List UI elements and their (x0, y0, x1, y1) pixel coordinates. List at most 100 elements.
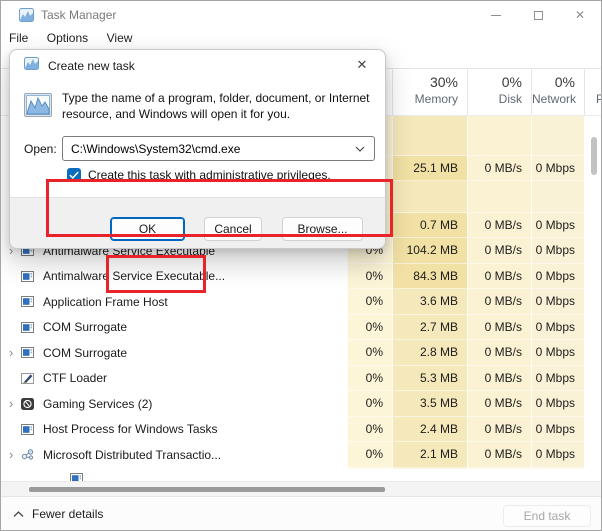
disk-value: 0 MB/s (467, 315, 531, 341)
horizontal-scrollbar-thumb[interactable] (29, 487, 385, 492)
fewer-details-toggle[interactable]: Fewer details (13, 507, 103, 521)
end-task-button[interactable]: End task (503, 505, 591, 527)
network-value: 0 Mbps (531, 442, 584, 468)
chevron-right-icon[interactable]: › (1, 396, 21, 411)
column-header-disk[interactable]: 0% Disk (467, 69, 531, 116)
memory-value (392, 468, 467, 469)
process-name-cell: COM Surrogate (1, 315, 347, 341)
open-combobox[interactable]: C:\Windows\System32\cmd.exe (62, 136, 375, 161)
process-name-cell: › Gaming Services (2) (1, 391, 347, 417)
row-filler (584, 340, 602, 366)
dialog-close-button[interactable]: ✕ (347, 52, 377, 78)
process-row[interactable]: COM Surrogate0%2.7 MB0 MB/s0 Mbps (1, 315, 602, 341)
chevron-down-icon[interactable] (355, 146, 365, 152)
maximize-button[interactable] (521, 1, 555, 29)
cpu-value (347, 468, 392, 469)
row-filler (584, 442, 602, 468)
minimize-icon (491, 15, 501, 16)
cpu-value: 0% (347, 417, 392, 443)
column-header-network[interactable]: 0% Network (531, 69, 584, 116)
disk-value: 0 MB/s (467, 340, 531, 366)
close-icon: ✕ (575, 8, 585, 22)
pen-icon (21, 373, 37, 384)
row-filler (584, 213, 602, 238)
open-input-value: C:\Windows\System32\cmd.exe (71, 142, 240, 156)
column-header-power-partial[interactable]: P (584, 69, 602, 116)
disk-value (467, 468, 531, 469)
network-value: 0 Mbps (531, 315, 584, 341)
window-icon (21, 347, 37, 358)
row-filler (584, 315, 602, 341)
disk-usage-total: 0% (468, 73, 522, 91)
memory-value: 104.2 MB (392, 238, 467, 264)
network-value: 0 Mbps (531, 213, 584, 238)
window-icon (21, 424, 37, 435)
cpu-value: 0% (347, 366, 392, 392)
memory-value: 2.1 MB (392, 442, 467, 468)
chevron-right-icon[interactable]: › (1, 345, 21, 360)
close-icon: ✕ (357, 57, 368, 73)
process-name-cell: CTF Loader (1, 366, 347, 392)
menu-file[interactable]: File (9, 29, 28, 48)
process-row[interactable]: CTF Loader0%5.3 MB0 MB/s0 Mbps (1, 366, 602, 392)
network-value: 0 Mbps (531, 417, 584, 443)
process-name: Microsoft Distributed Transactio... (43, 448, 221, 462)
network-value: 0 Mbps (531, 289, 584, 315)
task-manager-window: Task Manager ✕ File Options View 30% Mem… (0, 0, 602, 531)
dtc-icon (21, 449, 37, 460)
disk-value: 0 MB/s (467, 264, 531, 290)
dialog-description: Type the name of a program, folder, docu… (62, 90, 382, 122)
network-value: 0 Mbps (531, 366, 584, 392)
process-row[interactable]: ›Gaming Services (2)0%3.5 MB0 MB/s0 Mbps (1, 391, 602, 417)
memory-value: 84.3 MB (392, 264, 467, 290)
process-name: Gaming Services (2) (43, 397, 152, 411)
chevron-right-icon[interactable]: › (1, 447, 21, 462)
process-name: Host Process for Windows Tasks (43, 422, 218, 436)
row-filler (584, 238, 602, 264)
disk-value: 0 MB/s (467, 156, 531, 181)
network-column-label: Network (532, 91, 575, 107)
cpu-value: 0% (347, 264, 392, 290)
memory-value: 5.3 MB (392, 366, 467, 392)
process-name: COM Surrogate (43, 320, 127, 334)
column-header-memory[interactable]: 30% Memory (392, 69, 467, 116)
process-name-cell (1, 468, 347, 481)
disk-value: 0 MB/s (467, 213, 531, 238)
vertical-scrollbar[interactable] (591, 137, 597, 175)
horizontal-scrollbar-track[interactable] (1, 481, 602, 496)
network-value: 0 Mbps (531, 238, 584, 264)
minimize-button[interactable] (479, 1, 513, 29)
process-row[interactable]: Antimalware Service Executable...0%84.3 … (1, 264, 602, 290)
dialog-task-manager-icon (24, 57, 39, 70)
window-icon (21, 271, 37, 282)
process-name: COM Surrogate (43, 346, 127, 360)
process-row[interactable]: Application Frame Host0%3.6 MB0 MB/s0 Mb… (1, 289, 602, 315)
row-filler (584, 181, 602, 213)
process-row[interactable] (1, 468, 602, 481)
network-value: 0 Mbps (531, 156, 584, 181)
network-value (531, 181, 584, 213)
process-name: Application Frame Host (43, 295, 168, 309)
window-icon (70, 473, 86, 481)
menu-options[interactable]: Options (47, 29, 88, 48)
menu-view[interactable]: View (107, 29, 133, 48)
run-program-icon (24, 93, 52, 117)
disk-value: 0 MB/s (467, 366, 531, 392)
power-column-label: P (596, 91, 602, 107)
create-new-task-dialog: Create new task ✕ Type the name of a pro… (9, 49, 386, 249)
close-window-button[interactable]: ✕ (563, 1, 597, 29)
process-row[interactable]: ›Microsoft Distributed Transactio...0%2.… (1, 442, 602, 468)
highlight-box-input (46, 179, 393, 237)
window-title: Task Manager (41, 8, 116, 22)
row-filler (584, 289, 602, 315)
process-row[interactable]: ›COM Surrogate0%2.8 MB0 MB/s0 Mbps (1, 340, 602, 366)
xbox-icon (21, 398, 37, 410)
process-row[interactable]: Host Process for Windows Tasks 0%2.4 MB 0 … (1, 417, 602, 443)
disk-value: 0 MB/s (467, 442, 531, 468)
memory-value: 2.4 MB (392, 417, 467, 443)
network-value (531, 116, 584, 156)
menu-bar: File Options View (1, 29, 601, 48)
disk-value (467, 116, 531, 156)
network-value (531, 468, 584, 469)
row-filler (584, 417, 602, 443)
